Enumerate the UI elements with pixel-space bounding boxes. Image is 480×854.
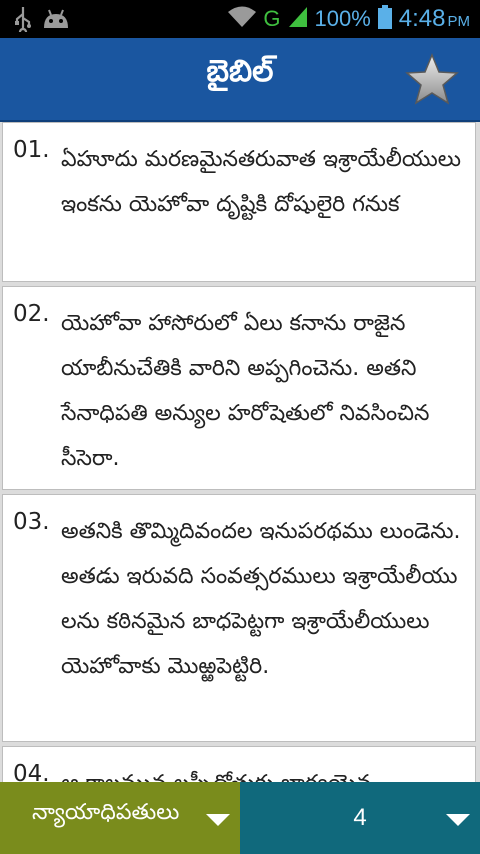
verse-text: ఏహూదు మరణమైనతరువాత ఇశ్రాయేలీయులు ఇంకను య… [61,147,461,217]
usb-icon [14,6,32,37]
verse-number: 03. [13,509,50,535]
wifi-icon [227,5,257,33]
clock: 4:48 PM [399,5,470,33]
verse-text: అతనికి తొమ్మిదివందల ఇనుపరథము లుండెను. అత… [61,519,461,679]
verse-card[interactable]: 02. యెహోవా హాసోరులో ఏలు కనాను రాజైన యాబీ… [2,286,476,490]
verse-list[interactable]: 01. ఏహూదు మరణమైనతరువాత ఇశ్రాయేలీయులు ఇంక… [0,120,480,782]
verse-card[interactable]: 04. ఆ కాలమున లప్పీదోతుకు భార్యయైన [2,746,476,782]
clock-ampm: PM [447,13,471,30]
chevron-down-icon [446,814,470,826]
signal-icon [287,5,309,33]
status-bar: G 100% 4:48 PM [0,0,480,38]
network-type: G [263,6,281,31]
battery-percent: 100% [314,6,371,31]
verse-card[interactable]: 03. అతనికి తొమ్మిదివందల ఇనుపరథము లుండెను… [2,494,476,742]
chevron-down-icon [206,814,230,826]
bottom-bar: న్యాయాధిపతులు 4 [0,782,480,854]
verse-card[interactable]: 01. ఏహూదు మరణమైనతరువాత ఇశ్రాయేలీయులు ఇంక… [2,122,476,282]
clock-time: 4:48 [398,5,446,32]
app-bar: బైబిల్ [0,38,480,122]
battery-icon [377,4,393,34]
favorite-button[interactable] [404,52,460,108]
chapter-selector-label: 4 [353,804,367,831]
verse-number: 02. [13,301,50,327]
verse-text: యెహోవా హాసోరులో ఏలు కనాను రాజైన యాబీనుచే… [61,311,430,471]
chapter-selector[interactable]: 4 [240,782,480,854]
status-left [14,6,70,37]
status-right: G 100% 4:48 PM [227,4,470,34]
book-selector[interactable]: న్యాయాధిపతులు [0,782,240,854]
star-icon [405,53,459,105]
book-selector-label: న్యాయాధిపతులు [32,800,180,825]
android-icon [42,8,70,34]
verse-number: 04. [13,761,50,782]
verse-number: 01. [13,137,50,163]
verse-text: ఆ కాలమున లప్పీదోతుకు భార్యయైన [61,761,465,782]
